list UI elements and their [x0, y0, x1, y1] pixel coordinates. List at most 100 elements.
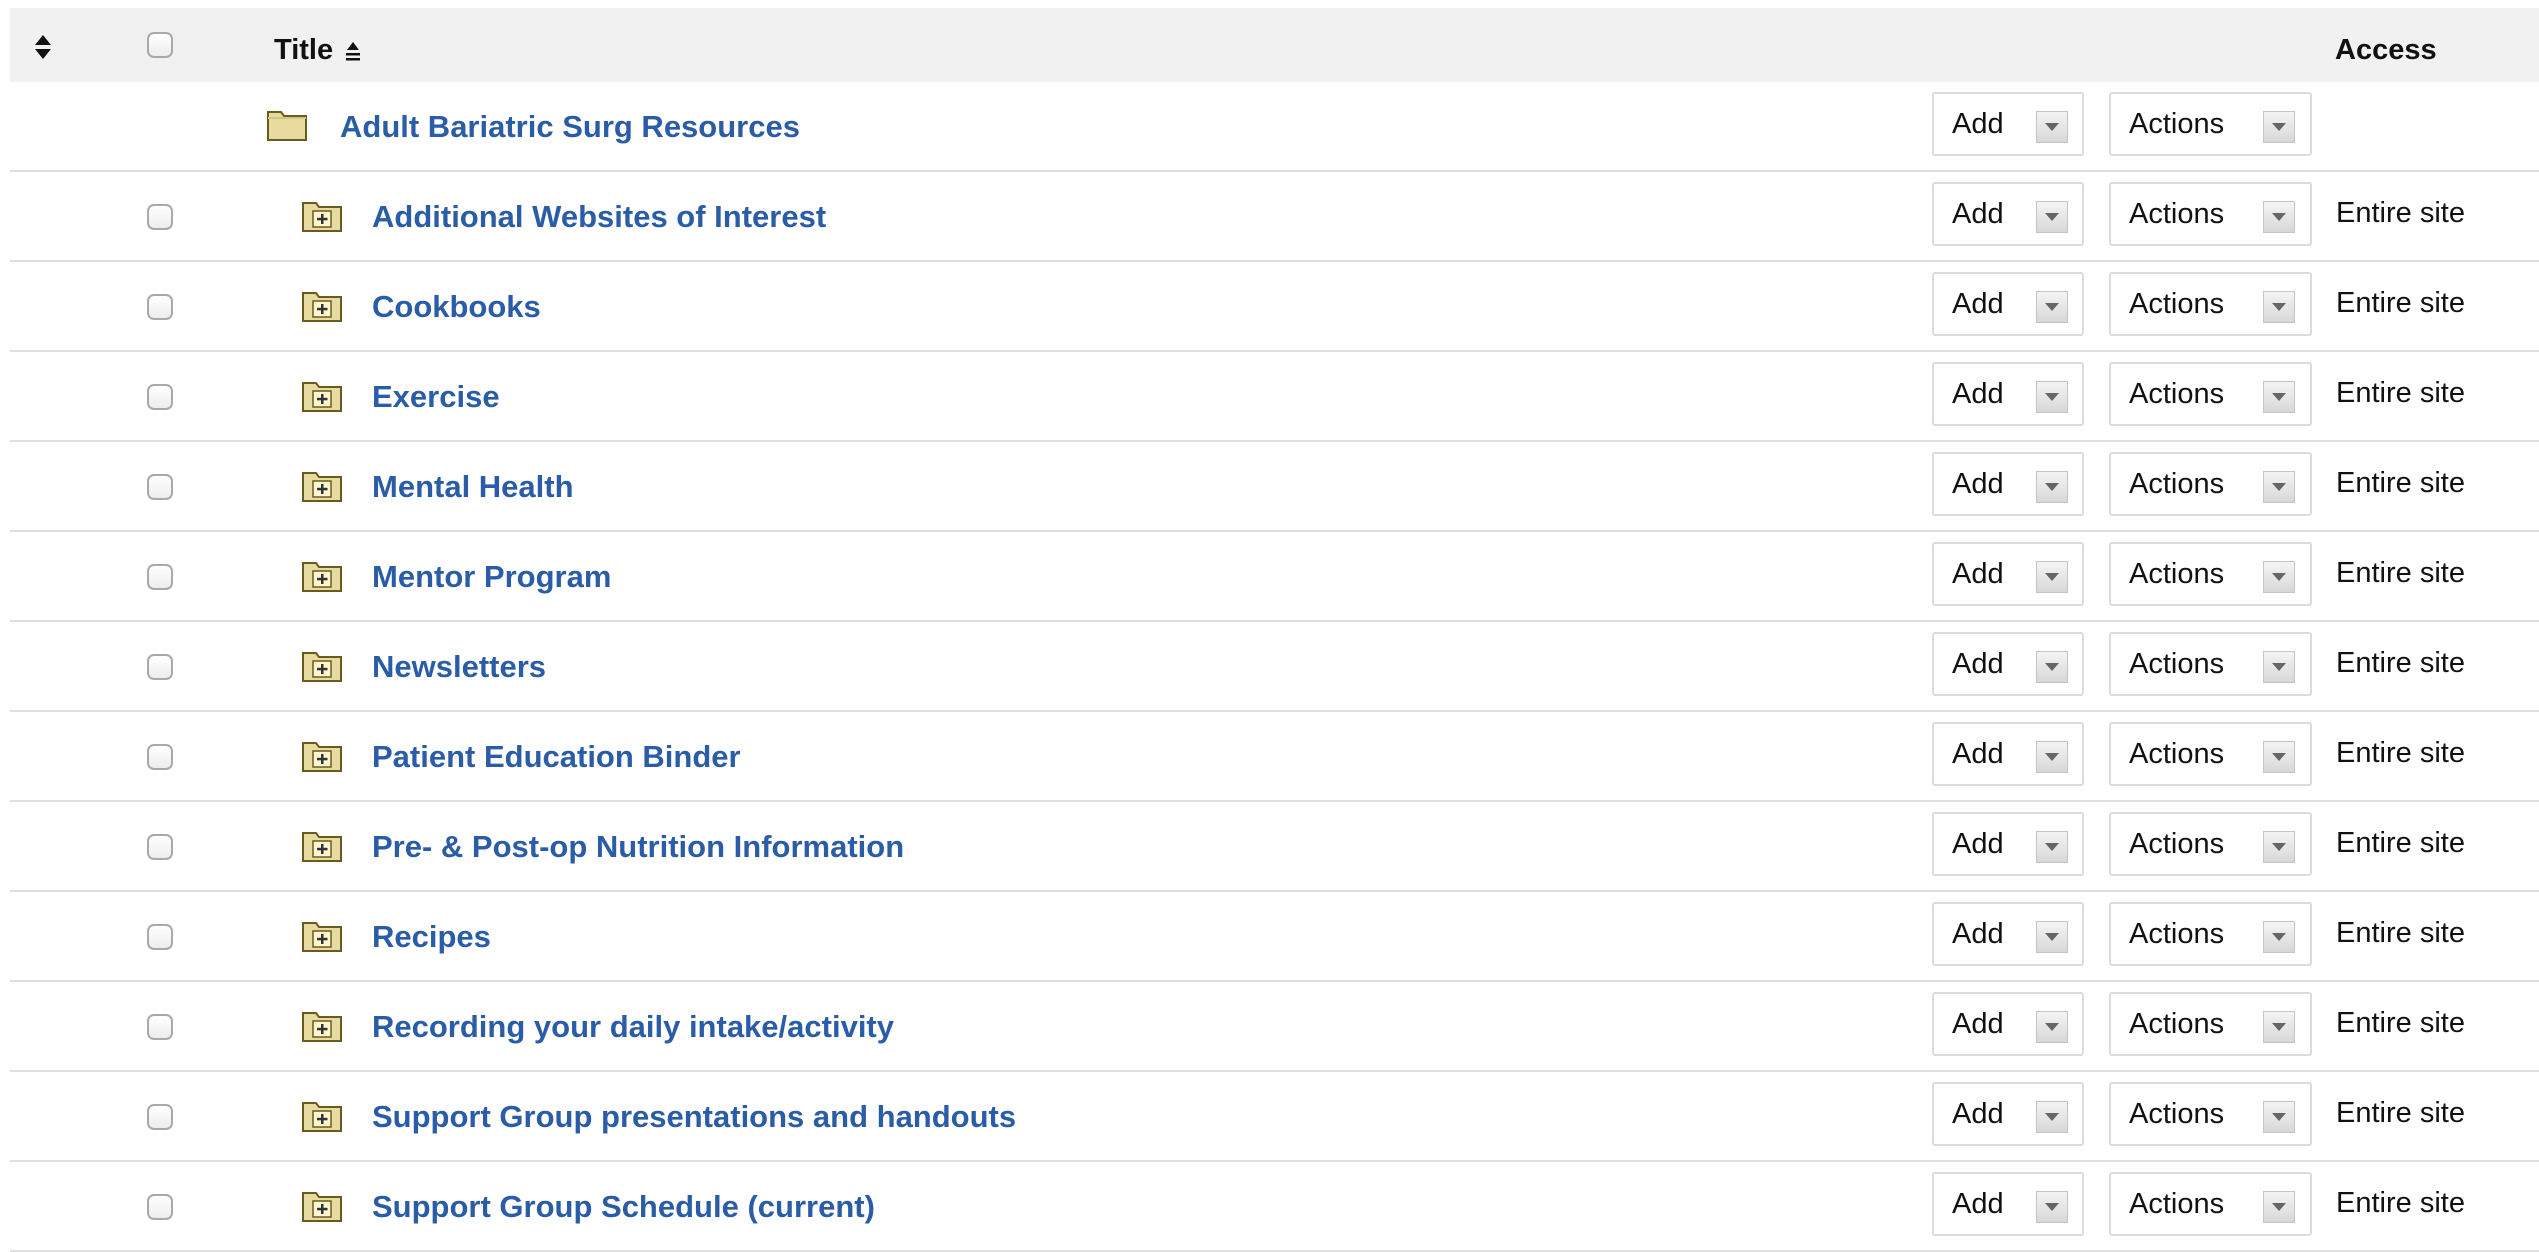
access-value: Entire site [2336, 377, 2465, 409]
folder-expand-icon[interactable] [301, 287, 343, 323]
row-checkbox[interactable] [147, 384, 173, 410]
chevron-down-icon [2263, 831, 2295, 863]
folder-link[interactable]: Exercise [372, 379, 500, 415]
chevron-down-icon [2263, 201, 2295, 233]
add-button-label: Add [1952, 468, 2004, 500]
row-checkbox[interactable] [147, 1194, 173, 1220]
actions-button[interactable]: Actions [2109, 542, 2312, 606]
folder-link[interactable]: Mentor Program [372, 559, 611, 595]
access-value: Entire site [2336, 737, 2465, 769]
row-checkbox[interactable] [147, 474, 173, 500]
add-button[interactable]: Add [1932, 1082, 2084, 1146]
folder-link[interactable]: Support Group Schedule (current) [372, 1189, 875, 1225]
actions-button-label: Actions [2129, 558, 2225, 590]
chevron-down-icon [2263, 111, 2295, 143]
add-button[interactable]: Add [1932, 452, 2084, 516]
actions-button[interactable]: Actions [2109, 362, 2312, 426]
actions-button[interactable]: Actions [2109, 632, 2312, 696]
add-button[interactable]: Add [1932, 542, 2084, 606]
add-button[interactable]: Add [1932, 632, 2084, 696]
chevron-down-icon [2263, 741, 2295, 773]
add-button[interactable]: Add [1932, 902, 2084, 966]
folder-expand-icon[interactable] [301, 467, 343, 503]
actions-button[interactable]: Actions [2109, 992, 2312, 1056]
folder-expand-icon[interactable] [301, 1007, 343, 1043]
actions-button-label: Actions [2129, 1098, 2225, 1130]
folder-row: Newsletters Add Actions Entire site [10, 622, 2539, 712]
add-button[interactable]: Add [1932, 812, 2084, 876]
folder-expand-icon[interactable] [301, 917, 343, 953]
folder-link[interactable]: Recipes [372, 919, 491, 955]
chevron-down-icon [2036, 831, 2068, 863]
actions-button[interactable]: Actions [2109, 812, 2312, 876]
access-value: Entire site [2336, 917, 2465, 949]
folder-expand-icon[interactable] [301, 1097, 343, 1133]
folder-row: Support Group presentations and handouts… [10, 1072, 2539, 1162]
row-checkbox[interactable] [147, 924, 173, 950]
chevron-down-icon [2263, 381, 2295, 413]
folder-link[interactable]: Recording your daily intake/activity [372, 1009, 894, 1045]
add-button[interactable]: Add [1932, 722, 2084, 786]
row-checkbox[interactable] [147, 744, 173, 770]
folder-link[interactable]: Patient Education Binder [372, 739, 741, 775]
actions-button-label: Actions [2129, 468, 2225, 500]
folder-expand-icon[interactable] [301, 737, 343, 773]
access-value: Entire site [2336, 1187, 2465, 1219]
folder-link[interactable]: Mental Health [372, 469, 574, 505]
add-button[interactable]: Add [1932, 992, 2084, 1056]
row-checkbox[interactable] [147, 204, 173, 230]
actions-button[interactable]: Actions [2109, 902, 2312, 966]
folder-expand-icon[interactable] [301, 197, 343, 233]
add-button-label: Add [1952, 738, 2004, 770]
actions-button[interactable]: Actions [2109, 272, 2312, 336]
actions-button[interactable]: Actions [2109, 92, 2312, 156]
actions-button-label: Actions [2129, 198, 2225, 230]
folder-expand-icon[interactable] [301, 827, 343, 863]
folder-expand-icon[interactable] [301, 557, 343, 593]
folder-row: Mental Health Add Actions Entire site [10, 442, 2539, 532]
chevron-down-icon [2263, 1011, 2295, 1043]
folder-icon [267, 111, 307, 141]
add-button-label: Add [1952, 648, 2004, 680]
row-checkbox[interactable] [147, 834, 173, 860]
select-all-checkbox[interactable] [147, 32, 173, 58]
actions-button[interactable]: Actions [2109, 722, 2312, 786]
row-checkbox[interactable] [147, 294, 173, 320]
chevron-down-icon [2036, 381, 2068, 413]
sort-ascending-icon [346, 42, 361, 61]
folder-row: Exercise Add Actions Entire site [10, 352, 2539, 442]
row-checkbox[interactable] [147, 1104, 173, 1130]
access-value: Entire site [2336, 557, 2465, 589]
actions-button-label: Actions [2129, 108, 2225, 140]
actions-button[interactable]: Actions [2109, 182, 2312, 246]
add-button[interactable]: Add [1932, 362, 2084, 426]
access-value: Entire site [2336, 1097, 2465, 1129]
title-column-header[interactable]: Title [274, 34, 363, 67]
actions-button[interactable]: Actions [2109, 1172, 2312, 1236]
actions-button[interactable]: Actions [2109, 452, 2312, 516]
actions-button[interactable]: Actions [2109, 1082, 2312, 1146]
add-button[interactable]: Add [1932, 182, 2084, 246]
folder-link[interactable]: Additional Websites of Interest [372, 199, 826, 235]
row-checkbox[interactable] [147, 1014, 173, 1040]
folder-expand-icon[interactable] [301, 647, 343, 683]
add-button[interactable]: Add [1932, 92, 2084, 156]
folder-link[interactable]: Newsletters [372, 649, 546, 685]
folder-row: Recording your daily intake/activity Add… [10, 982, 2539, 1072]
folder-row: Additional Websites of Interest Add Acti… [10, 172, 2539, 262]
chevron-down-icon [2036, 1011, 2068, 1043]
folder-expand-icon[interactable] [301, 377, 343, 413]
chevron-down-icon [2263, 291, 2295, 323]
row-checkbox[interactable] [147, 564, 173, 590]
sort-both-icon[interactable] [32, 32, 54, 62]
folder-expand-icon[interactable] [301, 1187, 343, 1223]
row-checkbox[interactable] [147, 654, 173, 680]
add-button[interactable]: Add [1932, 272, 2084, 336]
folder-link[interactable]: Pre- & Post-op Nutrition Information [372, 829, 904, 865]
add-button-label: Add [1952, 1188, 2004, 1220]
add-button[interactable]: Add [1932, 1172, 2084, 1236]
parent-folder-link[interactable]: Adult Bariatric Surg Resources [340, 109, 800, 145]
add-button-label: Add [1952, 378, 2004, 410]
folder-link[interactable]: Cookbooks [372, 289, 541, 325]
folder-link[interactable]: Support Group presentations and handouts [372, 1099, 1016, 1135]
